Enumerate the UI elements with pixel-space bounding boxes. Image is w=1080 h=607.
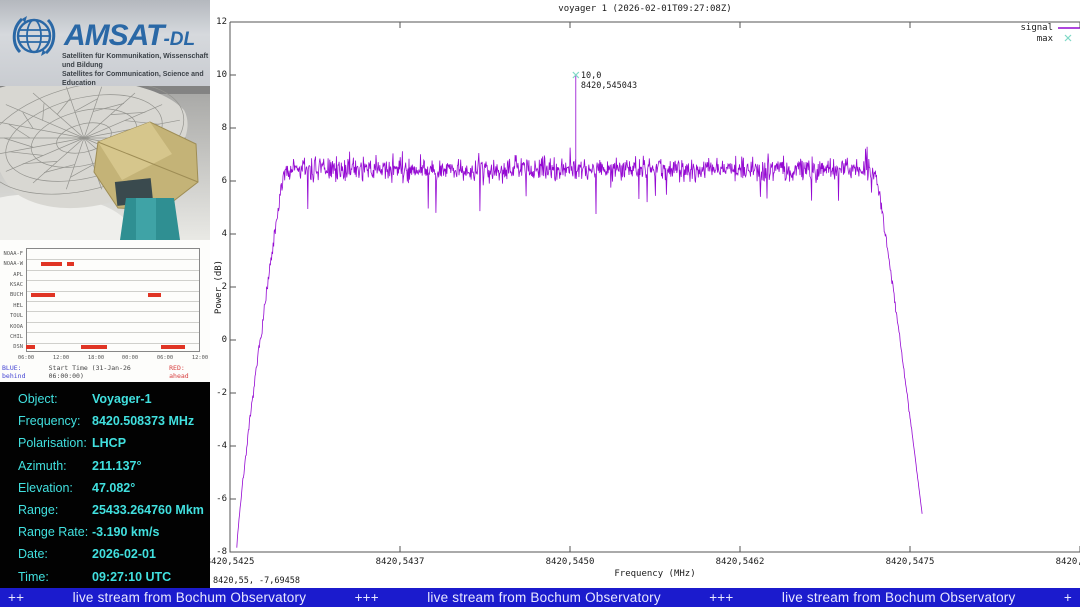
schedule-pass-bar — [161, 345, 186, 349]
schedule-pass-bar — [148, 293, 161, 297]
y-tick-label: 2 — [210, 282, 227, 292]
telemetry-row: Object:Voyager-1 — [0, 388, 210, 410]
org-subtitle-en: Satellites for Communication, Science an… — [62, 70, 210, 86]
ticker-separator: +++ — [709, 590, 733, 605]
x-tick-label: 8420,5462 — [716, 557, 765, 567]
telemetry-row: Azimuth:211.137° — [0, 455, 210, 477]
station-label: BUCH — [0, 292, 23, 298]
telemetry-value: 2026-02-01 — [92, 547, 156, 561]
telemetry-value: 25433.264760 Mkm — [92, 503, 204, 517]
schedule-legend-blue: BLUE: behind — [2, 364, 49, 380]
y-tick-label: 8 — [210, 123, 227, 133]
schedule-x-tick: 12:00 — [53, 354, 69, 360]
schedule-x-tick: 18:00 — [87, 354, 103, 360]
schedule-x-tick: 06:00 — [18, 354, 34, 360]
schedule-pass-bar — [41, 262, 62, 266]
telemetry-row: Range Rate:-3.190 km/s — [0, 521, 210, 543]
spectrum-plot: voyager 1 (2026-02-01T09:27:08Z) signalm… — [210, 0, 1080, 588]
telemetry-value: 09:27:10 UTC — [92, 570, 171, 584]
x-tick-label: 8420,5487 — [1056, 557, 1080, 567]
station-label: NOAA-F — [0, 250, 23, 256]
ticker-bar: ++live stream from Bochum Observatory+++… — [0, 588, 1080, 607]
telemetry-row: Elevation:47.082° — [0, 477, 210, 499]
y-tick-label: 6 — [210, 176, 227, 186]
telemetry-value: 47.082° — [92, 481, 135, 495]
schedule-x-tick: 06:00 — [157, 354, 173, 360]
schedule-legend-red: RED: ahead — [169, 364, 208, 380]
y-tick-label: 12 — [210, 17, 227, 27]
telemetry-label: Object: — [18, 392, 92, 406]
schedule-pass-bar — [81, 345, 107, 349]
org-wordmark: AMSAT-DL — [64, 21, 195, 51]
station-label: NOAA-W — [0, 260, 23, 266]
telemetry-label: Polarisation: — [18, 436, 92, 450]
telemetry-label: Frequency: — [18, 414, 92, 428]
signal-trace — [237, 75, 922, 548]
x-tick-label: 8420,5475 — [886, 557, 935, 567]
stream-screen: AMSAT-DL Satelliten für Kommunikation, W… — [0, 0, 1080, 607]
schedule-chart: NOAA-F NOAA-W APL KSAC BUCH HEL TOUL KOOA CHIL DS… — [0, 240, 210, 382]
telemetry-label: Range: — [18, 503, 92, 517]
org-subtitle-de: Satelliten für Kommunikation, Wissenscha… — [62, 52, 210, 70]
telemetry-value: 211.137° — [92, 459, 142, 473]
y-tick-label: -6 — [210, 494, 227, 504]
station-label: KOOA — [0, 323, 23, 329]
schedule-pass-bar — [26, 345, 35, 349]
y-tick-label: 0 — [210, 335, 227, 345]
schedule-caption: Start Time (31-Jan-26 06:00:00) — [49, 364, 169, 380]
schedule-pass-bar — [31, 293, 55, 297]
telemetry-value: -3.190 km/s — [92, 525, 159, 539]
schedule-pass-bar — [67, 262, 75, 266]
telemetry-row: Frequency:8420.508373 MHz — [0, 410, 210, 432]
telemetry-label: Date: — [18, 547, 92, 561]
ticker-text: live stream from Bochum Observatory — [73, 590, 307, 605]
telemetry-row: Time:09:27:10 UTC — [0, 566, 210, 588]
amsat-logo-panel: AMSAT-DL Satelliten für Kommunikation, W… — [0, 0, 210, 86]
station-label: HEL — [0, 302, 23, 308]
dish-webcam-image — [0, 86, 210, 240]
left-sidebar: AMSAT-DL Satelliten für Kommunikation, W… — [0, 0, 210, 588]
telemetry-row: Polarisation:LHCP — [0, 432, 210, 454]
telemetry-label: Azimuth: — [18, 459, 92, 473]
x-tick-label: 8420,5437 — [376, 557, 425, 567]
plot-border — [230, 22, 1080, 552]
ticker-separator: +++ — [355, 590, 379, 605]
schedule-x-tick: 00:00 — [122, 354, 138, 360]
telemetry-value: 8420.508373 MHz — [92, 414, 194, 428]
ticker-text: live stream from Bochum Observatory — [782, 590, 1016, 605]
telemetry-label: Time: — [18, 570, 92, 584]
ticker-text: live stream from Bochum Observatory — [427, 590, 661, 605]
telemetry-row: Range:25433.264760 Mkm — [0, 499, 210, 521]
y-tick-label: -2 — [210, 388, 227, 398]
station-label: KSAC — [0, 281, 23, 287]
telemetry-panel: Object:Voyager-1Frequency:8420.508373 MH… — [0, 382, 210, 588]
schedule-x-tick: 12:00 — [192, 354, 208, 360]
telemetry-label: Range Rate: — [18, 525, 92, 539]
telemetry-value: LHCP — [92, 436, 126, 450]
telemetry-value: Voyager-1 — [92, 392, 152, 406]
x-tick-label: 8420,5425 — [210, 557, 254, 567]
ticker-separator: ++ — [8, 590, 24, 605]
y-tick-label: -4 — [210, 441, 227, 451]
y-tick-label: 4 — [210, 229, 227, 239]
station-label: CHIL — [0, 333, 23, 339]
station-label: DSN — [0, 344, 23, 350]
org-name-main: AMSAT — [64, 19, 163, 52]
station-label: APL — [0, 271, 23, 277]
globe-icon — [10, 12, 58, 60]
telemetry-row: Date:2026-02-01 — [0, 543, 210, 565]
y-tick-label: -8 — [210, 547, 227, 557]
org-name-suffix: -DL — [163, 29, 195, 50]
ticker-separator: + — [1064, 590, 1072, 605]
x-tick-label: 8420,5450 — [546, 557, 595, 567]
y-tick-label: 10 — [210, 70, 227, 80]
station-label: TOUL — [0, 312, 23, 318]
telemetry-label: Elevation: — [18, 481, 92, 495]
